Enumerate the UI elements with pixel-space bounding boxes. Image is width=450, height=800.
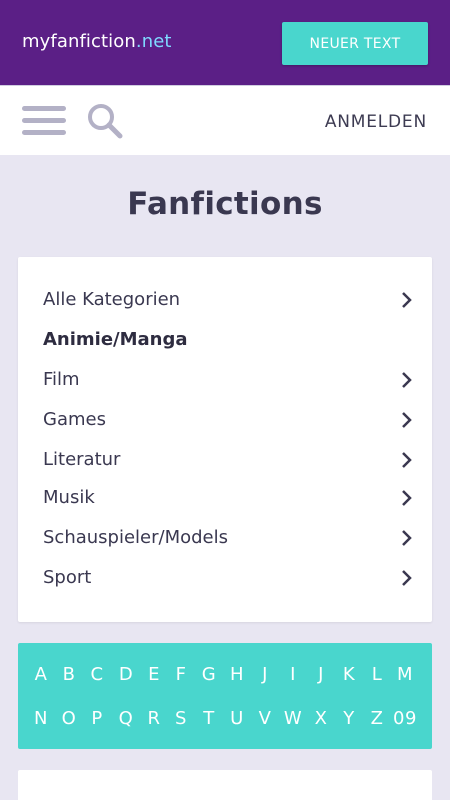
letter-link[interactable]: Y — [335, 708, 363, 729]
letter-link[interactable]: G — [195, 664, 223, 685]
search-icon[interactable] — [86, 102, 124, 140]
letter-link[interactable]: S — [167, 708, 195, 729]
letter-link[interactable]: Z — [363, 708, 391, 729]
chevron-right-icon — [402, 452, 412, 468]
letter-link[interactable]: B — [55, 664, 83, 685]
category-item-alle-kategorien[interactable]: Alle Kategorien — [43, 285, 413, 315]
chevron-right-icon — [402, 530, 412, 546]
letter-link[interactable]: J — [251, 664, 279, 685]
letter-link[interactable]: R — [140, 708, 168, 729]
letter-link[interactable]: E — [140, 664, 168, 685]
site-logo[interactable]: myfanfiction.net — [22, 31, 172, 52]
letter-link[interactable]: K — [335, 664, 363, 685]
letter-link[interactable]: U — [223, 708, 251, 729]
chevron-right-icon — [402, 490, 412, 506]
alphabet-filter: A B C D E F G H J I J K L M N O P Q R S … — [18, 643, 432, 749]
brand-name: myfanfiction — [22, 31, 136, 52]
menu-icon-bar — [22, 118, 66, 123]
letter-link[interactable]: T — [195, 708, 223, 729]
menu-icon-bar — [22, 130, 66, 135]
letter-link[interactable]: F — [167, 664, 195, 685]
category-label: Alle Kategorien — [43, 289, 181, 310]
login-link[interactable]: ANMELDEN — [325, 112, 427, 132]
letter-link[interactable]: L — [363, 664, 391, 685]
category-item-animie-manga[interactable]: Animie/Manga — [43, 325, 413, 355]
letter-link[interactable]: X — [307, 708, 335, 729]
category-list: Alle Kategorien Animie/Manga Film Games … — [18, 257, 432, 622]
page-title: Fanfictions — [127, 186, 323, 222]
category-item-sport[interactable]: Sport — [43, 563, 413, 593]
category-item-schauspieler-models[interactable]: Schauspieler/Models — [43, 523, 413, 553]
category-item-games[interactable]: Games — [43, 405, 413, 435]
toolbar: ANMELDEN — [0, 85, 450, 155]
letter-link[interactable]: J — [307, 664, 335, 685]
category-label: Film — [43, 369, 80, 390]
category-label: Animie/Manga — [43, 329, 188, 350]
content-card — [18, 770, 432, 800]
letter-link[interactable]: H — [223, 664, 251, 685]
letter-link[interactable]: Q — [112, 708, 140, 729]
letter-link[interactable]: D — [112, 664, 140, 685]
top-app-bar: myfanfiction.net NEUER TEXT — [0, 0, 450, 85]
letter-link[interactable]: W — [279, 708, 307, 729]
letter-link[interactable]: A — [27, 664, 55, 685]
category-label: Schauspieler/Models — [43, 527, 229, 548]
new-text-button[interactable]: NEUER TEXT — [282, 22, 428, 65]
category-item-musik[interactable]: Musik — [43, 483, 413, 513]
chevron-right-icon — [402, 372, 412, 388]
brand-tld: .net — [135, 31, 172, 52]
letter-link[interactable]: N — [27, 708, 55, 729]
letter-link[interactable]: 09 — [391, 708, 419, 729]
category-label: Musik — [43, 487, 95, 508]
category-label: Literatur — [43, 449, 121, 470]
letter-link[interactable]: P — [83, 708, 111, 729]
menu-icon-bar — [22, 106, 66, 111]
category-label: Sport — [43, 567, 92, 588]
hamburger-menu-icon[interactable] — [22, 106, 66, 136]
category-item-film[interactable]: Film — [43, 365, 413, 395]
letter-link[interactable]: I — [279, 664, 307, 685]
category-item-literatur[interactable]: Literatur — [43, 445, 413, 475]
chevron-right-icon — [402, 412, 412, 428]
category-label: Games — [43, 409, 106, 430]
chevron-right-icon — [402, 292, 412, 308]
letter-link[interactable]: V — [251, 708, 279, 729]
chevron-right-icon — [402, 570, 412, 586]
letter-link[interactable]: O — [55, 708, 83, 729]
letter-link[interactable]: C — [83, 664, 111, 685]
letter-link[interactable]: M — [391, 664, 419, 685]
